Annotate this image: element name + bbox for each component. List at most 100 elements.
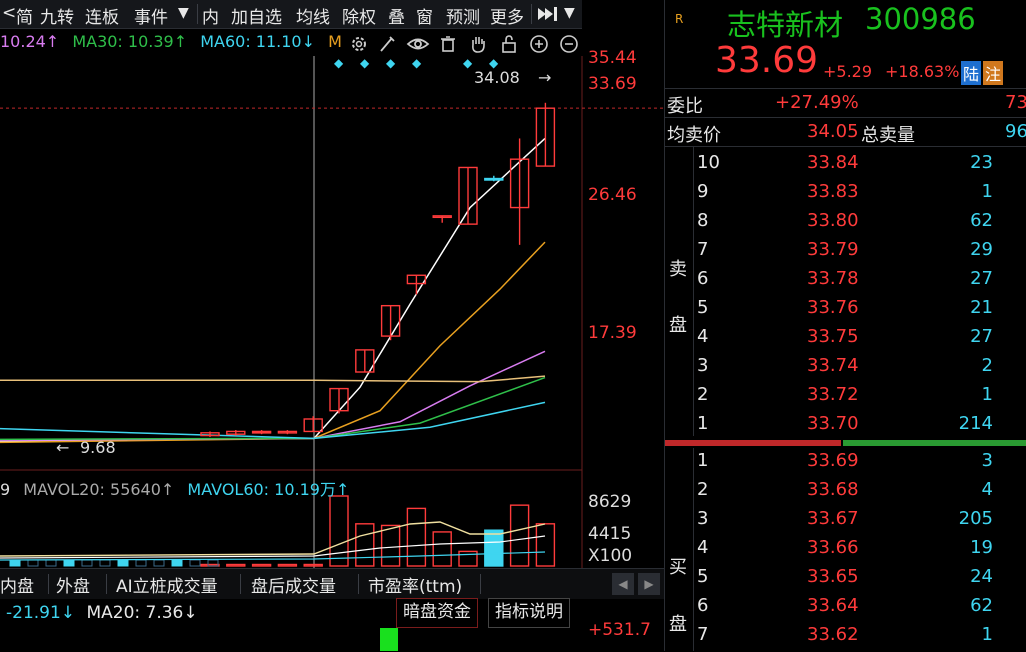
buy_orders-row[interactable]: 1 33.69 3 — [665, 450, 1026, 478]
sell_orders-row[interactable]: 10 33.84 23 — [665, 152, 1026, 180]
sell_orders-row[interactable]: 1 33.70 214 — [665, 413, 1026, 441]
volume-bar — [63, 559, 75, 567]
buy_orders-row[interactable]: 4 33.66 19 — [665, 537, 1026, 565]
toolbar-chuang[interactable]: 窗 — [416, 3, 433, 28]
toolbar-gengduo[interactable]: 更多 — [490, 3, 524, 28]
sell_orders-row[interactable]: 5 33.76 21 — [665, 297, 1026, 325]
sell_orders-level: 10 — [697, 152, 720, 173]
sell_orders-volume: 21 — [970, 297, 993, 318]
event-diamond-icon[interactable]: ◆ — [386, 56, 395, 70]
sell_orders-row[interactable]: 9 33.83 1 — [665, 181, 1026, 209]
buy_orders-volume: 24 — [970, 566, 993, 587]
zoom-out-icon[interactable] — [559, 34, 579, 54]
sell_orders-price: 33.75 — [807, 326, 859, 347]
sell_orders-price: 33.72 — [807, 384, 859, 405]
sell_orders-price: 33.74 — [807, 355, 859, 376]
buy_orders-level: 2 — [697, 479, 709, 500]
lock-icon[interactable] — [499, 34, 519, 54]
buy_orders-level: 3 — [697, 508, 709, 529]
volume-bar — [27, 559, 39, 567]
toolbar-jian[interactable]: 简 — [16, 3, 33, 28]
indicator-right-value: +531.7 — [588, 620, 651, 640]
buy_orders-row[interactable]: 5 33.65 24 — [665, 566, 1026, 594]
zoom-in-icon[interactable] — [529, 34, 549, 54]
sell_orders-price: 33.70 — [807, 413, 859, 434]
tab-scroll-left-icon[interactable]: ◀ — [612, 573, 634, 595]
delete-trash-icon[interactable] — [438, 34, 458, 54]
tab-scroll-right-icon[interactable]: ▶ — [638, 573, 660, 595]
divider — [665, 117, 1026, 118]
sell_orders-volume: 1 — [981, 384, 993, 405]
tab-ai-volume[interactable]: AI立桩成交量 — [116, 572, 218, 597]
buy_orders-volume: 62 — [970, 595, 993, 616]
sell_orders-volume: 27 — [970, 326, 993, 347]
draw-pen-icon[interactable] — [377, 34, 397, 54]
dark-pool-button[interactable]: 暗盘资金 — [396, 598, 478, 628]
peak-price-marker: 34.08 — [474, 68, 520, 87]
axis-price-high: 35.44 — [588, 48, 637, 68]
indicator-value: -21.91↓ — [6, 603, 76, 623]
sell_orders-row[interactable]: 8 33.80 62 — [665, 210, 1026, 238]
sell_orders-level: 7 — [697, 239, 709, 260]
tab-divider — [106, 574, 107, 594]
settings-gear-icon[interactable] — [349, 34, 369, 54]
event-diamond-icon[interactable]: ◆ — [334, 56, 343, 70]
volume-bar — [509, 504, 530, 567]
toolbar-jiuzhuan[interactable]: 九转 — [40, 3, 74, 28]
toolbar-junxian[interactable]: 均线 — [296, 3, 330, 28]
ma20-value: 10.24↑ — [0, 32, 60, 51]
collapse-right-icon[interactable] — [536, 5, 558, 23]
buy_orders-row[interactable]: 7 33.62 1 — [665, 624, 1026, 652]
volume-bar — [535, 523, 556, 567]
toolbar-yuce[interactable]: 预测 — [446, 3, 480, 28]
sell_orders-volume: 29 — [970, 239, 993, 260]
sell_orders-level: 4 — [697, 326, 709, 347]
indicator-legend: -21.91↓ MA20: 7.36↓ — [6, 603, 198, 623]
hand-pan-icon[interactable] — [468, 34, 488, 54]
vol-legend-left: 9 — [0, 480, 11, 499]
event-diamond-icon[interactable]: ◆ — [463, 56, 472, 70]
tab-neipan[interactable]: 内盘 — [0, 572, 34, 597]
toolbar-more-dropdown[interactable]: ▼ — [564, 5, 575, 21]
buy_orders-volume: 205 — [958, 508, 993, 529]
sell_orders-row[interactable]: 2 33.72 1 — [665, 384, 1026, 412]
buy_orders-row[interactable]: 2 33.68 4 — [665, 479, 1026, 507]
toolbar-left-arrow[interactable]: < — [2, 3, 16, 23]
indicator-ma20: MA20: 7.36↓ — [86, 603, 198, 623]
sell_orders-row[interactable]: 6 33.78 27 — [665, 268, 1026, 296]
toolbar-add-watchlist[interactable]: 加自选 — [231, 3, 282, 28]
indicator-explain-button[interactable]: 指标说明 — [488, 598, 570, 628]
toolbar-chuquan[interactable]: 除权 — [342, 3, 376, 28]
volume-bar — [277, 563, 298, 567]
buy_orders-volume: 4 — [981, 479, 993, 500]
event-diamond-icon[interactable]: ◆ — [489, 56, 498, 70]
sell_orders-row[interactable]: 4 33.75 27 — [665, 326, 1026, 354]
event-diamond-icon[interactable]: ◆ — [412, 56, 421, 70]
sell_orders-row[interactable]: 7 33.79 29 — [665, 239, 1026, 267]
sell_orders-level: 2 — [697, 384, 709, 405]
buy_orders-level: 5 — [697, 566, 709, 587]
tab-pe-ttm[interactable]: 市盈率(ttm) — [368, 572, 462, 597]
sell_orders-row[interactable]: 3 33.74 2 — [665, 355, 1026, 383]
ma120-line — [0, 375, 546, 383]
sell-strength-bar — [665, 440, 841, 446]
buy_orders-row[interactable]: 6 33.64 62 — [665, 595, 1026, 623]
toolbar-shijian-dropdown[interactable]: ▼ — [178, 5, 189, 21]
volume-legend: 9 MAVOL20: 55640↑ MAVOL60: 10.19万↑ — [0, 476, 349, 500]
sell_orders-price: 33.80 — [807, 210, 859, 231]
tab-waipan[interactable]: 外盘 — [56, 572, 90, 597]
sell_orders-level: 3 — [697, 355, 709, 376]
toolbar: < 简 九转 连板 事件 ▼ 内 加自选 均线 除权 叠 窗 预测 更多 ▼ — [0, 0, 582, 29]
volume-bar — [226, 563, 246, 567]
buy_orders-row[interactable]: 3 33.67 205 — [665, 508, 1026, 536]
sell_orders-level: 6 — [697, 268, 709, 289]
event-diamond-icon[interactable]: ◆ — [360, 56, 369, 70]
toolbar-nei[interactable]: 内 — [202, 3, 219, 28]
eye-icon[interactable] — [406, 34, 430, 54]
axis-price-current: 33.69 — [588, 74, 637, 94]
tab-after-hours-volume[interactable]: 盘后成交量 — [251, 572, 336, 597]
toolbar-shijian[interactable]: 事件 — [134, 3, 168, 28]
toolbar-lianban[interactable]: 连板 — [85, 3, 119, 28]
toolbar-die[interactable]: 叠 — [388, 3, 405, 28]
volume-bar — [458, 550, 478, 567]
